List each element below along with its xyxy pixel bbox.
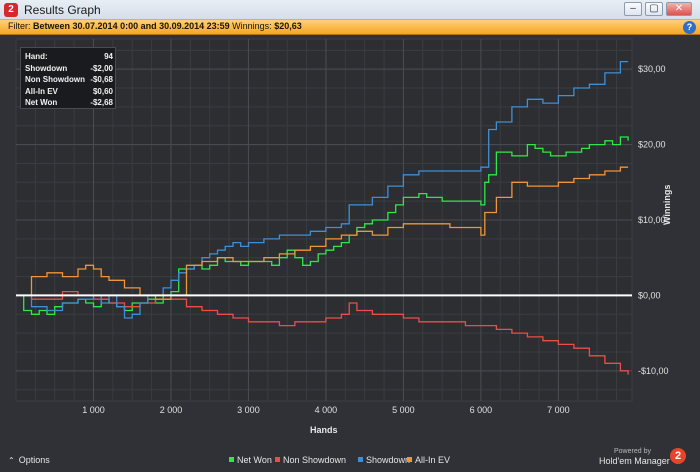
stat-value: -$2,00 bbox=[90, 63, 113, 73]
y-axis-label: Winnings bbox=[662, 184, 672, 225]
results-graph-window: 2 Results Graph ‒ ▢ ✕ Filter: Between 30… bbox=[0, 0, 700, 472]
minimize-button[interactable]: ‒ bbox=[624, 2, 642, 16]
stat-label: Net Won bbox=[25, 98, 58, 107]
legend-item[interactable]: All-In EV bbox=[407, 455, 450, 465]
filter-bar: Filter: Between 30.07.2014 0:00 and 30.0… bbox=[0, 20, 700, 35]
brand-name: Hold'em Manager bbox=[599, 456, 670, 466]
legend-label: All-In EV bbox=[415, 455, 451, 465]
y-tick-label: $20,00 bbox=[638, 140, 666, 150]
options-label: Options bbox=[18, 455, 50, 465]
title-bar: 2 Results Graph ‒ ▢ ✕ bbox=[0, 0, 700, 20]
expand-caret-icon: ⌃ bbox=[8, 456, 15, 465]
legend-item[interactable]: Net Won bbox=[229, 455, 272, 465]
x-axis-label: Hands bbox=[310, 425, 338, 435]
hm2-logo-icon: 2 bbox=[670, 448, 686, 464]
help-icon[interactable]: ? bbox=[683, 21, 696, 34]
x-tick-label: 7 000 bbox=[547, 405, 570, 415]
y-tick-label: $0,00 bbox=[638, 290, 661, 300]
legend-swatch bbox=[407, 457, 412, 462]
window-title: Results Graph bbox=[24, 3, 101, 17]
legend-item[interactable]: Showdown bbox=[358, 455, 410, 465]
stat-row: Non Showdown -$0,68 bbox=[25, 75, 113, 86]
legend-swatch bbox=[229, 457, 234, 462]
legend-label: Net Won bbox=[237, 455, 272, 465]
x-tick-label: 6 000 bbox=[470, 405, 493, 415]
app-logo-icon: 2 bbox=[4, 3, 18, 17]
stat-label: Non Showdown bbox=[25, 75, 85, 84]
filter-range: Between 30.07.2014 0:00 and 30.09.2014 2… bbox=[33, 21, 230, 31]
powered-by-text: Powered by bbox=[614, 448, 651, 455]
stat-value: -$0,68 bbox=[90, 75, 113, 84]
y-tick-label: $30,00 bbox=[638, 64, 666, 74]
x-tick-label: 1 000 bbox=[82, 405, 105, 415]
filter-label: Filter: bbox=[8, 21, 31, 31]
stat-value: -$2,68 bbox=[90, 98, 113, 107]
filter-text: Filter: Between 30.07.2014 0:00 and 30.0… bbox=[8, 21, 302, 31]
legend-item[interactable]: Non Showdown bbox=[275, 455, 346, 465]
legend-label: Showdown bbox=[366, 455, 411, 465]
maximize-button[interactable]: ▢ bbox=[645, 2, 663, 16]
stat-label: Hand: bbox=[25, 52, 48, 61]
stat-value: 94 bbox=[104, 52, 113, 61]
stat-row: Net Won -$2,68 bbox=[25, 98, 113, 109]
legend-swatch bbox=[275, 457, 280, 462]
stat-row: Hand: 94 bbox=[25, 52, 113, 63]
stat-label: Showdown bbox=[25, 63, 68, 73]
x-tick-label: 3 000 bbox=[237, 405, 260, 415]
options-button[interactable]: ⌃ Options bbox=[8, 455, 50, 465]
y-tick-label: -$10,00 bbox=[638, 366, 669, 376]
x-tick-label: 2 000 bbox=[160, 405, 183, 415]
x-tick-label: 5 000 bbox=[392, 405, 415, 415]
stat-row: All-In EV $0,60 bbox=[25, 87, 113, 98]
winnings-label: Winnings: bbox=[232, 21, 272, 31]
legend-swatch bbox=[358, 457, 363, 462]
winnings-value: $20,63 bbox=[274, 21, 302, 31]
close-button[interactable]: ✕ bbox=[666, 2, 692, 16]
legend-label: Non Showdown bbox=[283, 455, 347, 465]
hand-stats-tooltip: Hand: 94 Showdown -$2,00 Non Showdown -$0,68 A… bbox=[20, 47, 116, 109]
stat-row: Showdown -$2,00 bbox=[25, 64, 113, 75]
stat-value: $0,60 bbox=[92, 86, 113, 96]
stat-label: All-In EV bbox=[25, 86, 58, 96]
x-tick-label: 4 000 bbox=[315, 405, 338, 415]
